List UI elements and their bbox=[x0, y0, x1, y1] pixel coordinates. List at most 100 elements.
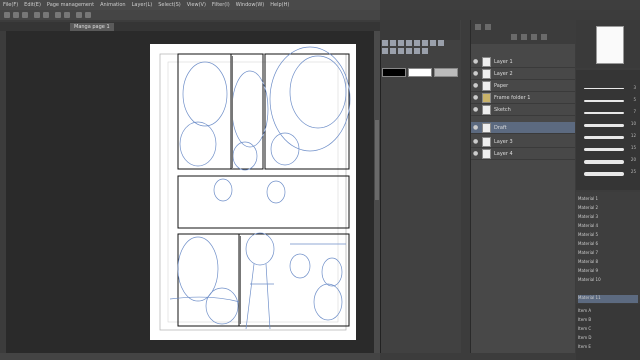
material-item[interactable]: Material 7 bbox=[578, 250, 638, 258]
folder-icon bbox=[482, 92, 491, 103]
eye-icon[interactable]: ● bbox=[473, 58, 479, 65]
material-item[interactable]: Material 1 bbox=[578, 196, 638, 204]
material-item[interactable]: Material 9 bbox=[578, 268, 638, 276]
redo-icon[interactable] bbox=[43, 12, 49, 18]
material-item[interactable]: Material 8 bbox=[578, 259, 638, 267]
material-item[interactable]: Material 4 bbox=[578, 223, 638, 231]
brush-tool-icon[interactable] bbox=[422, 40, 428, 46]
material-item[interactable]: Material 2 bbox=[578, 205, 638, 213]
brush-size-item[interactable]: 3 bbox=[578, 84, 638, 93]
menu-layer[interactable]: Layer(L) bbox=[129, 2, 156, 8]
eye-icon[interactable]: ● bbox=[473, 150, 479, 157]
lock-icon[interactable] bbox=[531, 34, 537, 40]
layer-item-selected[interactable]: ● Draft bbox=[471, 122, 575, 134]
brush-size-label: 12 bbox=[630, 133, 636, 138]
property-item[interactable]: Item B bbox=[578, 317, 638, 325]
layer-thumbnail bbox=[482, 148, 491, 159]
balloon-tool-icon[interactable] bbox=[422, 48, 428, 54]
sub-color-swatch[interactable] bbox=[408, 68, 432, 77]
eye-icon[interactable]: ● bbox=[473, 124, 479, 131]
menu-page[interactable]: Page management bbox=[44, 2, 97, 8]
undo-icon[interactable] bbox=[34, 12, 40, 18]
menu-filter[interactable]: Filter(I) bbox=[209, 2, 233, 8]
opacity-slider[interactable] bbox=[485, 24, 491, 30]
transparent-color-swatch[interactable] bbox=[434, 68, 458, 77]
layer-item[interactable]: ● Layer 4 bbox=[471, 148, 575, 160]
menu-file[interactable]: File(F) bbox=[0, 2, 21, 8]
eye-icon[interactable]: ● bbox=[473, 82, 479, 89]
blend-mode-dropdown[interactable] bbox=[475, 24, 481, 30]
menu-edit[interactable]: Edit(E) bbox=[21, 2, 44, 8]
layer-item[interactable]: ● Layer 3 bbox=[471, 136, 575, 148]
color-panel bbox=[380, 20, 460, 77]
trim-guide bbox=[159, 53, 347, 331]
transform-icon[interactable] bbox=[64, 12, 70, 18]
fill-tool-icon[interactable] bbox=[438, 40, 444, 46]
select-tool-icon[interactable] bbox=[398, 40, 404, 46]
eye-icon[interactable]: ● bbox=[473, 138, 479, 145]
layer-name: Sketch bbox=[494, 106, 511, 113]
menu-window[interactable]: Window(W) bbox=[233, 2, 268, 8]
text-tool-icon[interactable] bbox=[382, 48, 388, 54]
brush-size-item[interactable]: 12 bbox=[578, 132, 638, 141]
document-tabs: Manga page 1 bbox=[0, 22, 380, 31]
brush-size-label: 7 bbox=[633, 109, 636, 114]
main-color-swatch[interactable] bbox=[382, 68, 406, 77]
open-icon[interactable] bbox=[13, 12, 19, 18]
pen-tool-icon[interactable] bbox=[406, 40, 412, 46]
layer-folder[interactable]: ● Frame folder 1 bbox=[471, 92, 575, 104]
material-item[interactable]: Material 6 bbox=[578, 241, 638, 249]
material-item[interactable]: Material 10 bbox=[578, 277, 638, 285]
property-item[interactable]: Item C bbox=[578, 326, 638, 334]
brush-size-label: 15 bbox=[630, 145, 636, 150]
navigator-preview[interactable] bbox=[596, 26, 624, 64]
new-layer-icon[interactable] bbox=[511, 34, 517, 40]
layer-item[interactable]: ● Layer 2 bbox=[471, 68, 575, 80]
layer-item[interactable]: ● Paper bbox=[471, 80, 575, 92]
pencil-tool-icon[interactable] bbox=[414, 40, 420, 46]
brush-size-label: 3 bbox=[633, 85, 636, 90]
save-icon[interactable] bbox=[22, 12, 28, 18]
property-item[interactable]: Item A bbox=[578, 308, 638, 316]
menu-select[interactable]: Select(S) bbox=[155, 2, 184, 8]
zoom-tool-icon[interactable] bbox=[390, 40, 396, 46]
ruler-tool-icon[interactable] bbox=[398, 48, 404, 54]
tab-document[interactable]: Manga page 1 bbox=[70, 23, 114, 31]
menu-animation[interactable]: Animation bbox=[97, 2, 129, 8]
frame-tool-icon[interactable] bbox=[390, 48, 396, 54]
material-item[interactable]: Material 3 bbox=[578, 214, 638, 222]
eye-icon[interactable]: ● bbox=[473, 70, 479, 77]
page-drawing bbox=[159, 46, 351, 331]
brush-stroke-preview bbox=[584, 160, 624, 164]
eye-icon[interactable]: ● bbox=[473, 94, 479, 101]
gradient-tool-icon[interactable] bbox=[406, 48, 412, 54]
figure-tool-icon[interactable] bbox=[414, 48, 420, 54]
scrollbar-thumb[interactable] bbox=[375, 120, 379, 200]
layer-item[interactable]: ● Sketch bbox=[471, 104, 575, 116]
brush-size-item[interactable]: 5 bbox=[578, 96, 638, 105]
move-tool-icon[interactable] bbox=[382, 40, 388, 46]
title-bar bbox=[380, 0, 640, 10]
menu-view[interactable]: View(V) bbox=[184, 2, 209, 8]
brush-size-item[interactable]: 20 bbox=[578, 156, 638, 165]
layer-thumbnail bbox=[482, 80, 491, 91]
manga-page[interactable] bbox=[150, 44, 356, 340]
property-item[interactable]: Item E bbox=[578, 344, 638, 352]
snap-icon[interactable] bbox=[76, 12, 82, 18]
new-folder-icon[interactable] bbox=[521, 34, 527, 40]
eye-icon[interactable]: ● bbox=[473, 106, 479, 113]
material-item[interactable]: Material 5 bbox=[578, 232, 638, 240]
brush-size-item[interactable]: 7 bbox=[578, 108, 638, 117]
eraser-tool-icon[interactable] bbox=[430, 40, 436, 46]
ruler-icon[interactable] bbox=[85, 12, 91, 18]
menu-help[interactable]: Help(H) bbox=[267, 2, 292, 8]
brush-size-item[interactable]: 10 bbox=[578, 120, 638, 129]
delete-layer-icon[interactable] bbox=[541, 34, 547, 40]
material-item-selected[interactable]: Material 11 bbox=[578, 295, 638, 303]
new-icon[interactable] bbox=[4, 12, 10, 18]
brush-size-item[interactable]: 25 bbox=[578, 168, 638, 177]
property-item[interactable]: Item D bbox=[578, 335, 638, 343]
clear-icon[interactable] bbox=[55, 12, 61, 18]
layer-item[interactable]: ● Layer 1 bbox=[471, 56, 575, 68]
brush-size-item[interactable]: 15 bbox=[578, 144, 638, 153]
